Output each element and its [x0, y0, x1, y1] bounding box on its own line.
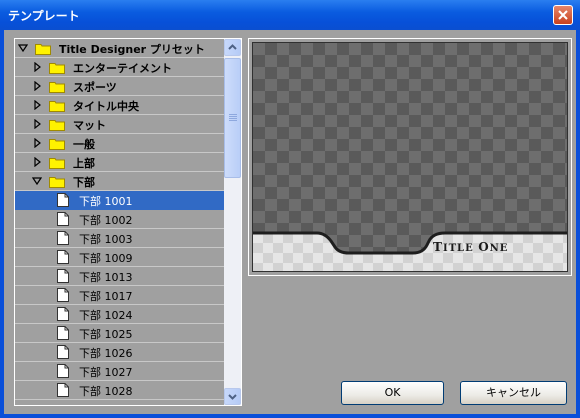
- item-label: 下部 1017: [79, 290, 133, 303]
- cancel-button[interactable]: キャンセル: [460, 381, 567, 405]
- scroll-down-button[interactable]: [224, 388, 241, 405]
- scroll-thumb[interactable]: [224, 58, 241, 178]
- file-icon: [57, 288, 69, 302]
- file-icon: [57, 307, 69, 321]
- file-icon: [57, 364, 69, 378]
- item-label: 下部 1027: [79, 366, 133, 379]
- folder-icon: [49, 101, 65, 112]
- tree-folder-top[interactable]: 上部: [15, 153, 224, 172]
- title-char: NE: [489, 243, 509, 254]
- template-preview: TITLE ONE: [252, 42, 568, 272]
- item-label: 下部 1024: [79, 309, 133, 322]
- file-icon: [57, 383, 69, 397]
- tree-item[interactable]: 下部 1025: [15, 324, 224, 343]
- tree-list: Title Designer プリセット エンターテイメント スポーツ タイトル…: [15, 39, 224, 405]
- tree-folder-matte[interactable]: マット: [15, 115, 224, 134]
- folder-label: 上部: [73, 157, 95, 170]
- folder-icon: [49, 158, 65, 169]
- collapsed-triangle-icon[interactable]: [32, 81, 42, 91]
- tree-item[interactable]: 下部 1026: [15, 343, 224, 362]
- tree-folder-sports[interactable]: スポーツ: [15, 77, 224, 96]
- item-label: 下部 1009: [79, 252, 133, 265]
- folder-icon: [35, 44, 51, 55]
- tree-folder-general[interactable]: 一般: [15, 134, 224, 153]
- dialog-client-area: Title Designer プリセット エンターテイメント スポーツ タイトル…: [4, 30, 576, 414]
- folder-icon: [49, 177, 65, 188]
- window-title: テンプレート: [8, 9, 80, 23]
- item-label: 下部 1002: [79, 214, 133, 227]
- grip-line: [229, 116, 237, 117]
- title-char: T: [433, 240, 443, 254]
- file-icon: [57, 250, 69, 264]
- file-icon: [57, 345, 69, 359]
- folder-label: 下部: [73, 176, 95, 189]
- folder-icon: [49, 139, 65, 150]
- tree-item[interactable]: 下部 1013: [15, 267, 224, 286]
- folder-label: タイトル中央: [73, 100, 139, 113]
- folder-label: エンターテイメント: [73, 62, 172, 75]
- tree-root-label: Title Designer プリセット: [59, 43, 205, 56]
- tree-item[interactable]: 下部 1002: [15, 210, 224, 229]
- lower-third-shape: [253, 231, 567, 271]
- file-icon: [57, 212, 69, 226]
- tree-item[interactable]: 下部 1027: [15, 362, 224, 381]
- scroll-up-button[interactable]: [224, 39, 241, 56]
- tree-root-item[interactable]: Title Designer プリセット: [15, 39, 224, 58]
- title-char: O: [478, 240, 490, 254]
- item-label: 下部 1028: [79, 385, 133, 398]
- expanded-triangle-icon[interactable]: [32, 176, 42, 186]
- folder-label: スポーツ: [73, 81, 117, 94]
- tree-folder-title-center[interactable]: タイトル中央: [15, 96, 224, 115]
- grip-line: [229, 118, 237, 119]
- title-bar[interactable]: テンプレート: [0, 0, 580, 30]
- collapsed-triangle-icon[interactable]: [32, 157, 42, 167]
- tree-folder-entertainment[interactable]: エンターテイメント: [15, 58, 224, 77]
- folder-label: マット: [73, 119, 106, 132]
- tree-item[interactable]: 下部 1028: [15, 381, 224, 400]
- collapsed-triangle-icon[interactable]: [32, 100, 42, 110]
- item-label: 下部 1001: [79, 195, 133, 208]
- tree-item[interactable]: 下部 1001: [15, 191, 224, 210]
- tree-folder-bottom[interactable]: 下部: [15, 172, 224, 191]
- tree-item[interactable]: 下部 1003: [15, 229, 224, 248]
- item-label: 下部 1026: [79, 347, 133, 360]
- chevron-down-icon: [228, 394, 237, 400]
- close-button[interactable]: [553, 5, 573, 25]
- file-icon: [57, 269, 69, 283]
- preview-title-text: TITLE ONE: [433, 240, 508, 254]
- file-icon: [57, 326, 69, 340]
- grip-line: [229, 114, 237, 115]
- ok-button[interactable]: OK: [341, 381, 444, 405]
- collapsed-triangle-icon[interactable]: [32, 119, 42, 129]
- tree-scrollbar[interactable]: [224, 39, 241, 405]
- item-label: 下部 1025: [79, 328, 133, 341]
- chevron-up-icon: [228, 44, 237, 50]
- tree-item[interactable]: 下部 1009: [15, 248, 224, 267]
- tree-item[interactable]: 下部 1017: [15, 286, 224, 305]
- folder-icon: [49, 120, 65, 131]
- collapsed-triangle-icon[interactable]: [32, 138, 42, 148]
- grip-line: [229, 120, 237, 121]
- expanded-triangle-icon[interactable]: [18, 43, 28, 53]
- tree-item[interactable]: 下部 1024: [15, 305, 224, 324]
- file-icon: [57, 193, 69, 207]
- item-label: 下部 1013: [79, 271, 133, 284]
- folder-icon: [49, 82, 65, 93]
- title-char: ITLE: [442, 243, 479, 254]
- folder-label: 一般: [73, 138, 95, 151]
- folder-icon: [49, 63, 65, 74]
- preview-frame: TITLE ONE: [248, 38, 572, 276]
- item-label: 下部 1003: [79, 233, 133, 246]
- template-dialog: テンプレート Title Designer プリセット エンターテイメント スポ…: [0, 0, 580, 418]
- file-icon: [57, 231, 69, 245]
- collapsed-triangle-icon[interactable]: [32, 62, 42, 72]
- close-icon: [558, 10, 568, 20]
- template-tree: Title Designer プリセット エンターテイメント スポーツ タイトル…: [14, 38, 242, 406]
